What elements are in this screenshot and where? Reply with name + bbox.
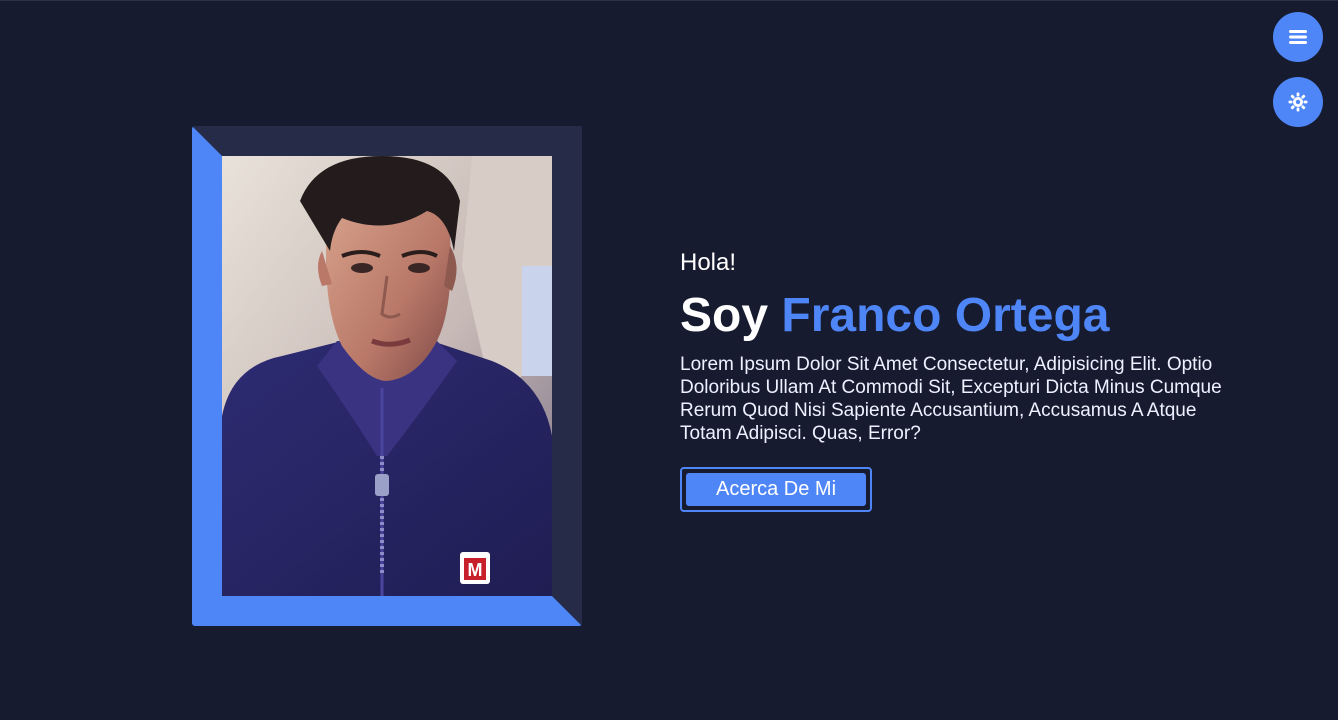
headline-prefix: Soy — [680, 289, 769, 342]
page: M Hola! Soy Franco Ortega Lorem Ipsum Do… — [0, 0, 1338, 720]
bio-text: Lorem Ipsum Dolor Sit Amet Consectetur, … — [680, 354, 1222, 444]
profile-photo-frame: M — [192, 126, 582, 626]
sun-gear-icon — [1288, 92, 1308, 112]
menu-button[interactable] — [1273, 12, 1323, 62]
intro-section: Hola! Soy Franco Ortega Lorem Ipsum Dolo… — [680, 249, 1240, 512]
theme-toggle-button[interactable] — [1273, 77, 1323, 127]
person-name: Franco Ortega — [781, 289, 1110, 342]
page-title: Soy Franco Ortega — [680, 289, 1240, 343]
profile-photo: M — [222, 156, 552, 596]
greeting: Hola! — [680, 249, 737, 276]
photo-badge-letter: M — [468, 560, 483, 580]
hamburger-menu-icon — [1289, 30, 1307, 44]
about-me-button[interactable]: Acerca De Mi — [686, 473, 866, 506]
about-button-outline: Acerca De Mi — [680, 467, 872, 512]
